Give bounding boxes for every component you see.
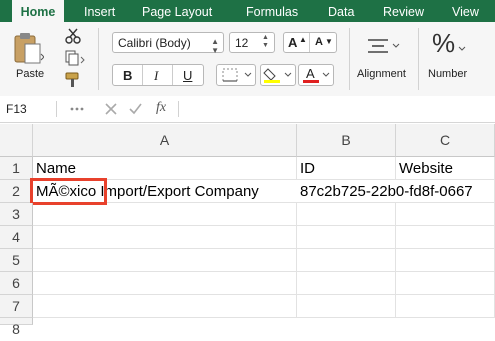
tab-formulas[interactable]: Formulas <box>246 0 298 22</box>
alignment-button[interactable] <box>362 32 402 64</box>
cell-a1[interactable]: Name <box>33 157 297 180</box>
select-all-corner[interactable] <box>0 124 33 157</box>
formula-bar: F13 fx <box>0 96 495 123</box>
arrow-down-icon: ▼ <box>325 37 333 46</box>
cell-b1[interactable]: ID <box>297 157 396 180</box>
ribbon-separator <box>418 28 419 90</box>
cell-a6[interactable] <box>33 272 297 295</box>
tab-view[interactable]: View <box>452 0 479 22</box>
cell-b5[interactable] <box>297 249 396 272</box>
cell-c3[interactable] <box>396 203 495 226</box>
cell-a5[interactable] <box>33 249 297 272</box>
cut-button[interactable] <box>64 28 82 44</box>
bold-letter: B <box>123 68 133 83</box>
row-header[interactable]: 8 <box>0 318 33 337</box>
number-label: Number <box>428 68 468 80</box>
align-lines-icon <box>368 39 400 53</box>
chevron-down-icon <box>458 46 466 51</box>
grow-font-button[interactable]: A ▲ <box>284 33 310 52</box>
tab-review[interactable]: Review <box>383 0 424 22</box>
percent-icon: % <box>432 28 456 58</box>
cell-b6[interactable] <box>297 272 396 295</box>
bold-button[interactable]: B <box>113 65 143 85</box>
chevron-down-icon <box>322 72 330 77</box>
cancel-icon[interactable] <box>104 102 118 116</box>
cell-c7[interactable] <box>396 295 495 318</box>
underline-letter: U <box>183 68 193 83</box>
cell-a4[interactable] <box>33 226 297 249</box>
formula-separator <box>56 101 57 117</box>
column-header-c[interactable]: C <box>396 124 495 157</box>
underline-button[interactable]: U <box>173 65 203 85</box>
column-header-b[interactable]: B <box>297 124 396 157</box>
cell-c6[interactable] <box>396 272 495 295</box>
copy-button[interactable] <box>64 50 86 66</box>
tab-home[interactable]: Home <box>12 0 64 22</box>
ribbon-separator <box>349 28 350 90</box>
font-name-value: Calibri (Body) <box>118 36 191 50</box>
cell-b2[interactable]: 87c2b725-22b0-fd8f-0667 <box>297 180 473 203</box>
number-format-button[interactable]: % <box>430 28 470 64</box>
grow-font-letter: A <box>288 35 298 50</box>
copy-icon <box>65 50 85 66</box>
enter-check-icon[interactable] <box>128 102 142 116</box>
borders-icon <box>222 68 252 82</box>
scissors-icon <box>65 28 81 44</box>
font-size-value: 12 <box>235 36 249 50</box>
font-color-button[interactable]: A <box>298 64 334 86</box>
name-box[interactable]: F13 <box>6 102 27 116</box>
cell-b3[interactable] <box>297 203 396 226</box>
tab-page-layout[interactable]: Page Layout <box>142 0 212 22</box>
borders-button[interactable] <box>216 64 256 86</box>
tab-insert[interactable]: Insert <box>84 0 115 22</box>
function-fx-icon[interactable]: fx <box>156 100 166 116</box>
arrow-up-icon: ▲ <box>299 35 307 44</box>
fill-color-button[interactable] <box>260 64 296 86</box>
cell-c1[interactable]: Website <box>396 157 495 180</box>
tab-data[interactable]: Data <box>328 0 354 22</box>
row-header[interactable]: 7 <box>0 295 33 318</box>
row-header[interactable]: 5 <box>0 249 33 272</box>
alignment-label: Alignment <box>357 68 406 80</box>
formula-separator <box>178 101 179 117</box>
shrink-font-letter: A <box>315 36 323 48</box>
cell-a3[interactable] <box>33 203 297 226</box>
more-options-icon[interactable] <box>68 101 88 117</box>
highlight-annotation-box <box>30 178 107 205</box>
cell-c4[interactable] <box>396 226 495 249</box>
row-header[interactable]: 3 <box>0 203 33 226</box>
cell-b4[interactable] <box>297 226 396 249</box>
ribbon-home: Paste Calibri (Body) ▲ ▼ 12 ▲ ▼ A ▲ A ▼ … <box>0 22 495 97</box>
font-name-dropdown[interactable]: Calibri (Body) ▲ ▼ <box>112 32 224 55</box>
row-header[interactable]: 2 <box>0 180 33 203</box>
paste-icon <box>14 33 45 64</box>
italic-button[interactable]: I <box>143 65 173 85</box>
row-header[interactable]: 1 <box>0 157 33 180</box>
font-style-group: B I U <box>112 64 204 86</box>
paste-label: Paste <box>16 68 45 80</box>
italic-letter: I <box>154 68 159 83</box>
cell-c2[interactable] <box>396 180 495 203</box>
font-color-letter: A <box>306 66 315 81</box>
ribbon-separator <box>98 28 99 90</box>
format-painter-icon <box>65 72 79 87</box>
chevron-down-icon: ▲ ▼ <box>211 37 219 55</box>
spreadsheet-grid: A B C 1 Name ID Website 2 MÃ©xico Import… <box>0 124 495 337</box>
row-header[interactable]: 6 <box>0 272 33 295</box>
font-grow-shrink-group: A ▲ A ▼ <box>283 32 337 53</box>
column-header-a[interactable]: A <box>33 124 297 157</box>
shrink-font-button[interactable]: A ▼ <box>311 33 337 52</box>
paste-button[interactable] <box>10 30 45 68</box>
format-painter-button[interactable] <box>64 72 82 88</box>
ribbon-tabs: Home Insert Page Layout Formulas Data Re… <box>0 0 495 22</box>
cell-b7[interactable] <box>297 295 396 318</box>
chevron-updown-icon: ▲ ▼ <box>262 34 269 49</box>
cell-c5[interactable] <box>396 249 495 272</box>
row-header[interactable]: 4 <box>0 226 33 249</box>
cell-a7[interactable] <box>33 295 297 318</box>
paint-bucket-icon <box>263 68 292 83</box>
font-color-swatch <box>303 80 319 83</box>
